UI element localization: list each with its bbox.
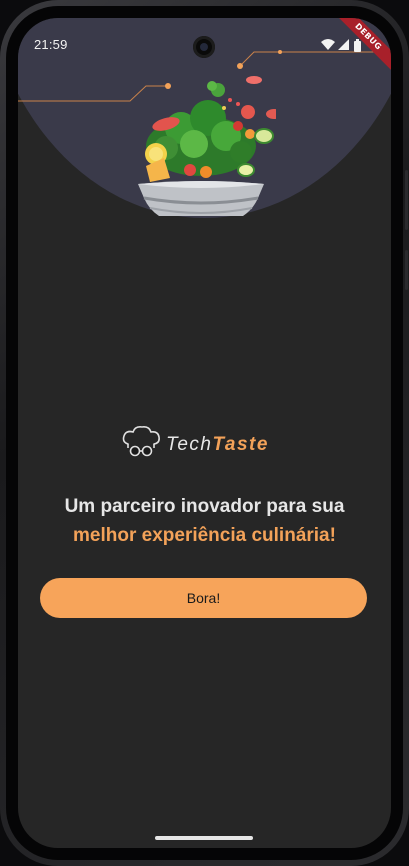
home-indicator[interactable] bbox=[155, 836, 253, 840]
app-screen: 21:59 DEBUG TechTaste Um parceiro inovad… bbox=[18, 18, 391, 848]
wifi-icon bbox=[321, 39, 335, 50]
phone-side-button bbox=[405, 250, 408, 290]
onboarding-headline: Um parceiro inovador para sua melhor exp… bbox=[18, 492, 391, 550]
app-logo: TechTaste bbox=[120, 426, 290, 462]
logo-text-tech: Tech bbox=[166, 434, 213, 455]
battery-icon bbox=[354, 39, 361, 52]
status-bar: 21:59 DEBUG bbox=[18, 18, 391, 74]
headline-line-2: melhor experiência culinária! bbox=[73, 525, 336, 546]
start-button[interactable]: Bora! bbox=[40, 578, 367, 618]
headline-line-1: Um parceiro inovador para sua bbox=[64, 496, 345, 517]
front-camera bbox=[193, 36, 215, 58]
status-time: 21:59 bbox=[34, 37, 68, 52]
phone-side-button bbox=[405, 170, 408, 230]
salad-bowl-illustration bbox=[138, 76, 276, 216]
chef-hat-glasses-icon bbox=[122, 426, 160, 457]
cellular-signal-icon bbox=[338, 39, 349, 50]
app-logo-text: TechTaste bbox=[166, 434, 269, 456]
logo-text-taste: Taste bbox=[212, 434, 269, 455]
